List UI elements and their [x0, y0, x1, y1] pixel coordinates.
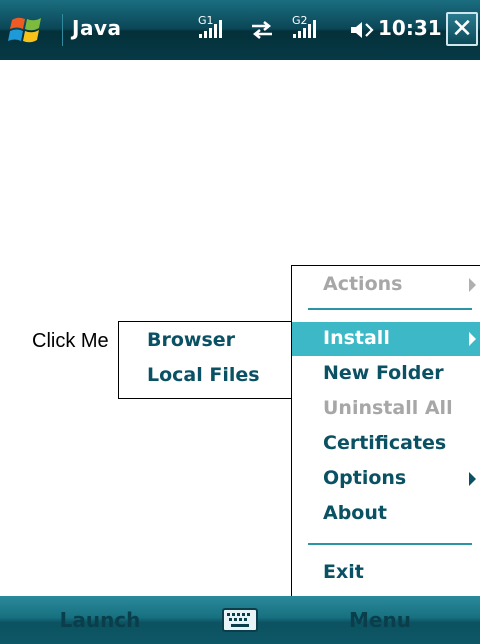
menu-separator — [308, 308, 472, 310]
svg-text:G2: G2 — [292, 14, 308, 27]
windows-start-icon[interactable] — [6, 12, 48, 48]
volume-icon[interactable] — [348, 16, 376, 44]
signal-g1-icon: G1 — [198, 14, 222, 38]
menu-item-label: Certificates — [323, 432, 447, 454]
submenu-item-local-files[interactable]: Local Files — [147, 364, 260, 386]
launch-softkey[interactable]: Launch — [0, 596, 200, 644]
install-submenu: Browser Local Files — [118, 321, 296, 399]
sync-arrows-icon — [252, 21, 272, 39]
menu-item-new-folder[interactable]: New Folder — [292, 357, 480, 391]
menu-item-install[interactable]: Install — [292, 322, 480, 356]
menu-item-label: Exit — [323, 561, 364, 583]
signal-g2-icon: G2 — [292, 14, 316, 38]
submenu-arrow-icon — [469, 472, 476, 486]
svg-text:G1: G1 — [198, 14, 214, 27]
menu-item-actions: Actions — [292, 268, 480, 302]
submenu-arrow-icon — [469, 278, 476, 292]
submenu-arrow-icon — [469, 332, 476, 346]
menu-item-label: Actions — [323, 273, 403, 295]
menu-item-label: New Folder — [323, 362, 444, 384]
menu-item-exit[interactable]: Exit — [292, 556, 480, 590]
keyboard-icon[interactable] — [222, 608, 258, 632]
click-me-label[interactable]: Click Me — [32, 330, 109, 353]
app-title: Java — [72, 16, 122, 40]
main-menu: Actions Install New Folder Uninstall All… — [291, 265, 480, 596]
clock[interactable]: 10:31 — [378, 16, 442, 40]
menu-item-certificates[interactable]: Certificates — [292, 427, 480, 461]
submenu-item-browser[interactable]: Browser — [147, 329, 235, 351]
menu-separator — [308, 543, 472, 545]
menu-item-label: Uninstall All — [323, 397, 453, 419]
menu-item-label: Options — [323, 467, 407, 489]
menu-item-label: About — [323, 502, 387, 524]
title-divider — [62, 14, 63, 46]
menu-item-label: Install — [323, 327, 390, 349]
close-button[interactable]: ✕ — [446, 12, 478, 46]
menu-item-options[interactable]: Options — [292, 462, 480, 496]
status-bar: Java G1 G2 10:31 ✕ — [0, 0, 480, 60]
softkey-bar: Launch Menu — [0, 596, 480, 644]
menu-item-about[interactable]: About — [292, 497, 480, 531]
menu-softkey[interactable]: Menu — [280, 596, 480, 644]
menu-item-uninstall-all: Uninstall All — [292, 392, 480, 426]
